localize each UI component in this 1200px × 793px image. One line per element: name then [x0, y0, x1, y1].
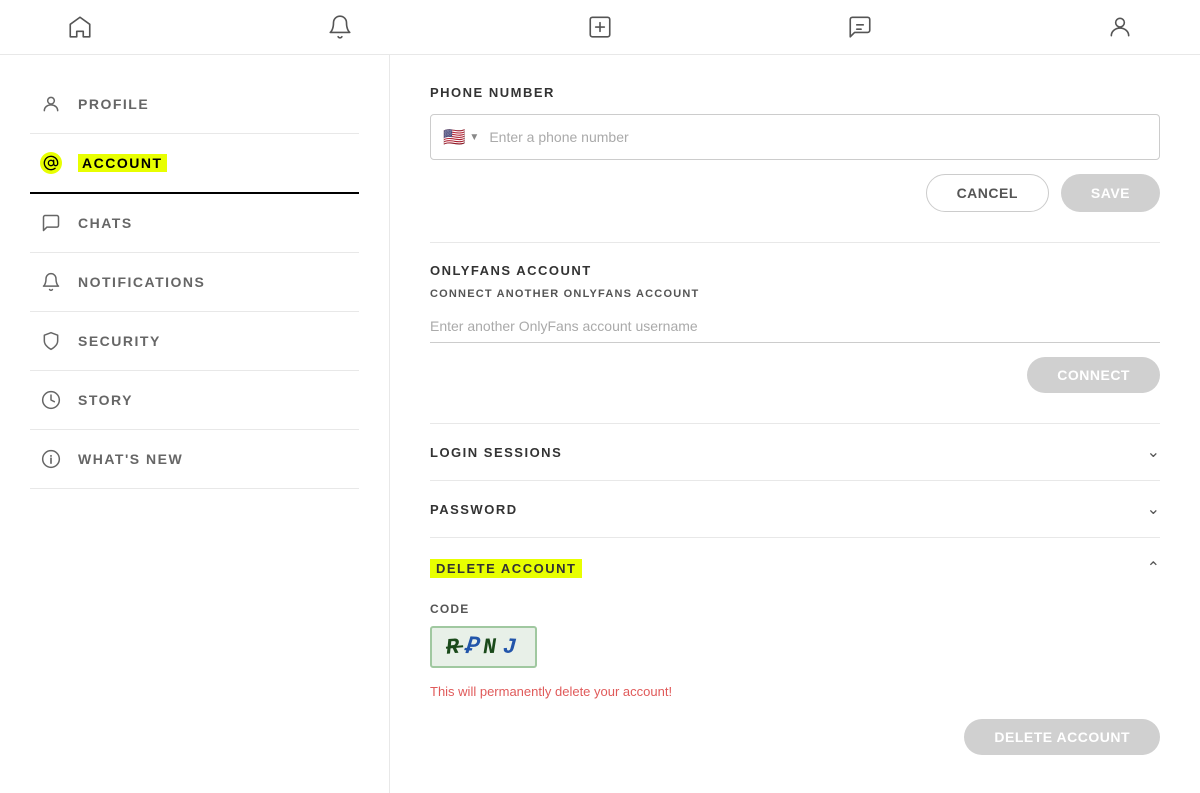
- main-content: PHONE NUMBER 🇺🇸 ▼ CANCEL SAVE ONLYFANS A…: [390, 55, 1200, 793]
- sidebar-item-security[interactable]: SECURITY: [30, 312, 359, 371]
- sidebar-label-account: ACCOUNT: [78, 154, 167, 172]
- at-icon: [40, 152, 62, 174]
- password-row[interactable]: PASSWORD ⌄: [430, 480, 1160, 537]
- delete-account-header[interactable]: DELETE ACCOUNT ⌃: [430, 548, 1160, 588]
- notification-nav-button[interactable]: [320, 7, 360, 47]
- sidebar-item-chats[interactable]: CHATS: [30, 194, 359, 253]
- flag-chevron-icon: ▼: [469, 132, 479, 143]
- delete-account-button[interactable]: DELETE ACCOUNT: [964, 719, 1160, 755]
- sidebar-item-account[interactable]: ACCOUNT: [30, 134, 359, 194]
- sidebar-label-notifications: NOTIFICATIONS: [78, 274, 205, 290]
- sidebar-item-profile[interactable]: PROFILE: [30, 75, 359, 134]
- delete-warning-text: This will permanently delete your accoun…: [430, 684, 1160, 699]
- home-nav-button[interactable]: [60, 7, 100, 47]
- chat-nav-button[interactable]: [840, 7, 880, 47]
- onlyfans-username-input[interactable]: [430, 310, 1160, 343]
- sidebar-item-notifications[interactable]: NOTIFICATIONS: [30, 253, 359, 312]
- sidebar-label-profile: PROFILE: [78, 96, 149, 112]
- login-sessions-chevron-icon: ⌄: [1147, 442, 1160, 462]
- clock-icon: [40, 389, 62, 411]
- delete-account-label: DELETE ACCOUNT: [430, 559, 582, 578]
- login-sessions-label: LOGIN SESSIONS: [430, 445, 562, 460]
- password-chevron-icon: ⌄: [1147, 499, 1160, 519]
- cancel-button[interactable]: CANCEL: [926, 174, 1049, 212]
- sidebar-label-chats: CHATS: [78, 215, 133, 231]
- divider-1: [430, 242, 1160, 243]
- phone-number-row: 🇺🇸 ▼: [430, 114, 1160, 160]
- profile-nav-button[interactable]: [1100, 7, 1140, 47]
- code-label: CODE: [430, 602, 1160, 616]
- connect-button-row: CONNECT: [430, 357, 1160, 393]
- sidebar-label-security: SECURITY: [78, 333, 161, 349]
- connect-button[interactable]: CONNECT: [1027, 357, 1160, 393]
- flag-emoji: 🇺🇸: [443, 127, 465, 148]
- password-label: PASSWORD: [430, 502, 518, 517]
- onlyfans-sub-label: CONNECT ANOTHER ONLYFANS ACCOUNT: [430, 288, 1160, 300]
- compose-nav-button[interactable]: [580, 7, 620, 47]
- sidebar-label-story: STORY: [78, 392, 133, 408]
- sidebar-label-whats-new: WHAT'S NEW: [78, 451, 183, 467]
- captcha-image: R Ꝑ N J: [430, 626, 537, 668]
- login-sessions-row[interactable]: LOGIN SESSIONS ⌄: [430, 423, 1160, 480]
- sidebar: PROFILE ACCOUNT CHATS: [0, 55, 390, 793]
- phone-input[interactable]: [489, 129, 1147, 145]
- phone-number-label: PHONE NUMBER: [430, 85, 1160, 100]
- shield-icon: [40, 330, 62, 352]
- chat-sidebar-icon: [40, 212, 62, 234]
- sidebar-item-story[interactable]: STORY: [30, 371, 359, 430]
- top-nav: [0, 0, 1200, 55]
- save-button[interactable]: SAVE: [1061, 174, 1160, 212]
- delete-account-button-row: DELETE ACCOUNT: [430, 719, 1160, 755]
- user-icon: [40, 93, 62, 115]
- bell-icon: [40, 271, 62, 293]
- sidebar-item-whats-new[interactable]: WHAT'S NEW: [30, 430, 359, 489]
- info-icon: [40, 448, 62, 470]
- onlyfans-section-label: ONLYFANS ACCOUNT: [430, 263, 1160, 278]
- flag-selector[interactable]: 🇺🇸 ▼: [443, 127, 479, 148]
- phone-action-buttons: CANCEL SAVE: [430, 174, 1160, 212]
- delete-account-section: DELETE ACCOUNT ⌃ CODE R Ꝑ N J This will …: [430, 537, 1160, 755]
- delete-account-chevron-icon: ⌃: [1147, 558, 1160, 578]
- code-section: CODE R Ꝑ N J This will permanently delet…: [430, 602, 1160, 699]
- main-layout: PROFILE ACCOUNT CHATS: [0, 55, 1200, 793]
